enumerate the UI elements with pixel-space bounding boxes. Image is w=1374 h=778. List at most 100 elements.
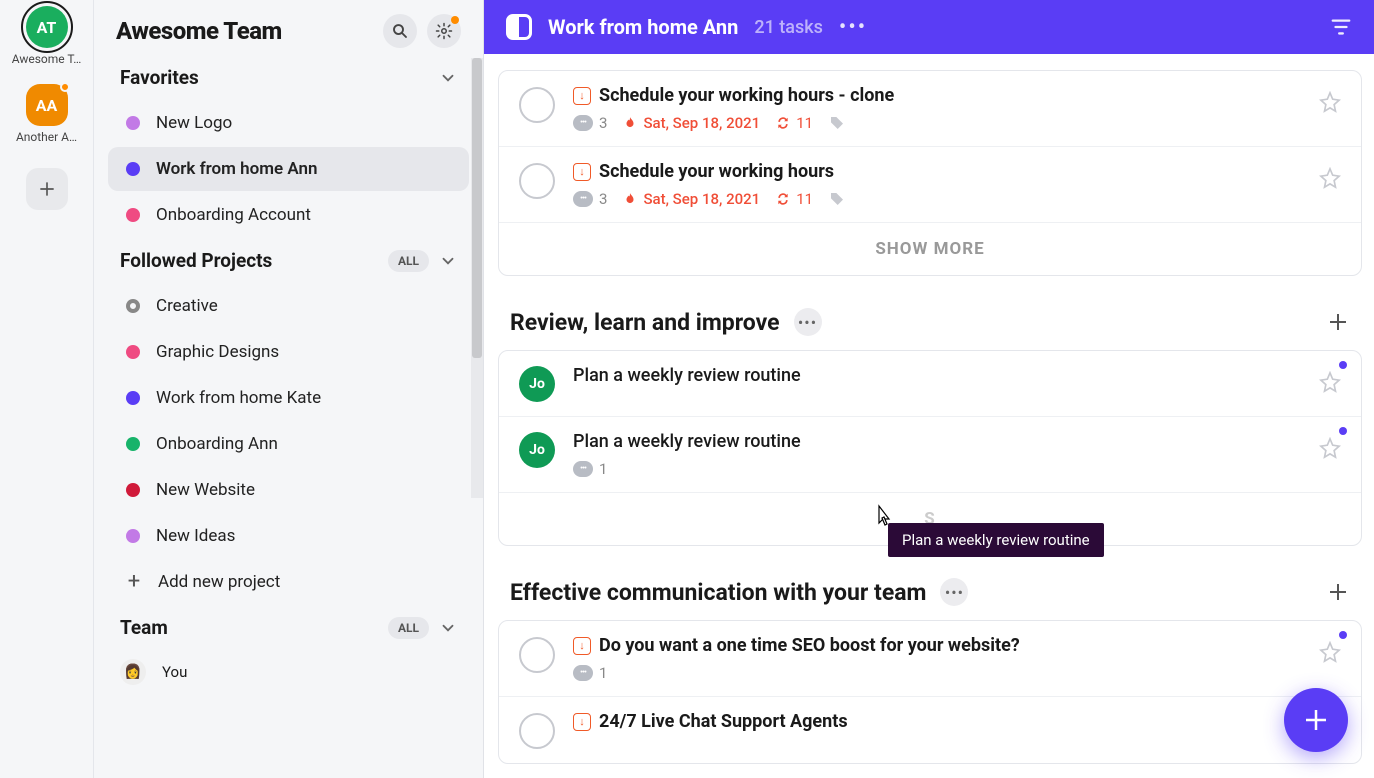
team-section-head[interactable]: Team ALL bbox=[102, 606, 475, 649]
scrollbar[interactable] bbox=[471, 58, 483, 498]
comment-count: 1 bbox=[599, 664, 607, 682]
task-checkbox[interactable] bbox=[519, 713, 555, 749]
project-bullet-icon bbox=[126, 116, 140, 130]
sidebar-scroll[interactable]: Favorites New Logo Work from home Ann On… bbox=[94, 56, 483, 778]
task-row[interactable]: ↓ 24/7 Live Chat Support Agents bbox=[499, 697, 1361, 763]
team-avatar[interactable]: AT bbox=[26, 6, 68, 48]
fab-add-task[interactable] bbox=[1284, 688, 1348, 752]
sidebar-item-new-logo[interactable]: New Logo bbox=[108, 101, 469, 145]
chevron-down-icon[interactable] bbox=[439, 619, 457, 637]
comment-icon: ••• bbox=[573, 665, 593, 681]
task-row[interactable]: ↓ Schedule your working hours •••3 Sat, … bbox=[499, 147, 1361, 223]
section-title: Team bbox=[120, 616, 168, 639]
star-button[interactable] bbox=[1319, 91, 1341, 113]
sidebar-item-work-from-home-ann[interactable]: Work from home Ann bbox=[108, 147, 469, 191]
chevron-down-icon[interactable] bbox=[439, 252, 457, 270]
nav-label: New Website bbox=[156, 480, 255, 500]
tag-icon[interactable] bbox=[829, 115, 845, 131]
sidebar-item-onboarding-account[interactable]: Onboarding Account bbox=[108, 193, 469, 237]
avatar: 👩 bbox=[120, 659, 146, 685]
member-name: You bbox=[162, 663, 187, 681]
star-button[interactable] bbox=[1319, 437, 1341, 459]
sidebar-item-graphic-designs[interactable]: Graphic Designs bbox=[108, 330, 469, 374]
tag-icon[interactable] bbox=[829, 191, 845, 207]
sidebar-item-onboarding-ann[interactable]: Onboarding Ann bbox=[108, 422, 469, 466]
task-checkbox[interactable] bbox=[519, 637, 555, 673]
group-header: Review, learn and improve ••• bbox=[498, 298, 1362, 350]
comment-icon: ••• bbox=[573, 191, 593, 207]
star-button[interactable] bbox=[1319, 641, 1341, 663]
nav-label: Onboarding Account bbox=[156, 205, 311, 225]
team-pod[interactable]: AA Another A… bbox=[0, 84, 93, 144]
star-button[interactable] bbox=[1319, 371, 1341, 393]
task-row[interactable]: Jo Plan a weekly review routine •••1 bbox=[499, 417, 1361, 493]
team-label: Awesome T… bbox=[12, 52, 82, 66]
nav-label: Creative bbox=[156, 296, 218, 316]
group-more-button[interactable]: ••• bbox=[940, 578, 968, 606]
assignee-avatar[interactable]: Jo bbox=[519, 366, 555, 402]
task-checkbox[interactable] bbox=[519, 163, 555, 199]
priority-icon: ↓ bbox=[573, 87, 591, 105]
more-button[interactable]: ••• bbox=[839, 15, 867, 40]
group-add-button[interactable] bbox=[1326, 580, 1350, 604]
flame-icon bbox=[623, 116, 637, 130]
plus-icon: + bbox=[126, 575, 142, 589]
project-bullet-icon bbox=[126, 299, 140, 313]
project-bullet-icon bbox=[126, 529, 140, 543]
task-group-card: ↓ Schedule your working hours - clone ••… bbox=[498, 70, 1362, 276]
repeat-icon bbox=[776, 116, 790, 130]
add-project-button[interactable]: +Add new project bbox=[108, 560, 469, 604]
sidebar-item-creative[interactable]: Creative bbox=[108, 284, 469, 328]
filter-pill[interactable]: ALL bbox=[388, 250, 429, 272]
project-header: Work from home Ann 21 tasks ••• bbox=[484, 0, 1374, 54]
group-more-button[interactable]: ••• bbox=[794, 308, 822, 336]
sidebar-item-new-website[interactable]: New Website bbox=[108, 468, 469, 512]
task-title: Schedule your working hours - clone bbox=[599, 85, 894, 106]
comment-icon: ••• bbox=[573, 461, 593, 477]
nav-label: New Ideas bbox=[156, 526, 235, 546]
task-group-card: ↓ Do you want a one time SEO boost for y… bbox=[498, 620, 1362, 764]
scrollbar-thumb[interactable] bbox=[472, 58, 482, 358]
add-team-button[interactable] bbox=[26, 168, 68, 210]
filter-button[interactable] bbox=[1330, 16, 1352, 38]
nav-label: New Logo bbox=[156, 113, 232, 133]
priority-icon: ↓ bbox=[573, 713, 591, 731]
followed-section-head[interactable]: Followed Projects ALL bbox=[102, 239, 475, 282]
settings-button[interactable] bbox=[427, 14, 461, 48]
task-checkbox[interactable] bbox=[519, 87, 555, 123]
task-list[interactable]: ↓ Schedule your working hours - clone ••… bbox=[484, 54, 1374, 778]
chevron-down-icon[interactable] bbox=[439, 69, 457, 87]
comment-count: 3 bbox=[599, 114, 607, 132]
project-icon bbox=[506, 14, 532, 40]
assignee-avatar[interactable]: Jo bbox=[519, 432, 555, 468]
project-bullet-icon bbox=[126, 345, 140, 359]
team-pod[interactable]: AT Awesome T… bbox=[0, 6, 93, 66]
task-row[interactable]: ↓ Do you want a one time SEO boost for y… bbox=[499, 621, 1361, 697]
task-title: Plan a weekly review routine bbox=[573, 431, 801, 452]
search-button[interactable] bbox=[383, 14, 417, 48]
comment-count: 3 bbox=[599, 190, 607, 208]
project-title: Work from home Ann bbox=[548, 15, 738, 39]
sidebar-item-work-from-home-kate[interactable]: Work from home Kate bbox=[108, 376, 469, 420]
task-group-card: Jo Plan a weekly review routine Jo Plan … bbox=[498, 350, 1362, 546]
filter-pill[interactable]: ALL bbox=[388, 617, 429, 639]
show-more-button[interactable]: SHOW MORE bbox=[499, 223, 1361, 275]
plus-icon bbox=[37, 179, 57, 199]
section-title: Followed Projects bbox=[120, 249, 272, 272]
nav-label: Graphic Designs bbox=[156, 342, 279, 362]
sidebar-item-new-ideas[interactable]: New Ideas bbox=[108, 514, 469, 558]
star-button[interactable] bbox=[1319, 167, 1341, 189]
sidebar: Awesome Team Favorites New Logo Work fro… bbox=[94, 0, 484, 778]
team-member-row[interactable]: 👩 You bbox=[102, 649, 475, 695]
favorites-section-head[interactable]: Favorites bbox=[102, 56, 475, 99]
group-title: Effective communication with your team bbox=[510, 579, 926, 606]
team-initials: AA bbox=[36, 96, 58, 115]
show-more-button[interactable]: S bbox=[499, 493, 1361, 545]
comment-icon: ••• bbox=[573, 115, 593, 131]
task-row[interactable]: ↓ Schedule your working hours - clone ••… bbox=[499, 71, 1361, 147]
group-add-button[interactable] bbox=[1326, 310, 1350, 334]
task-row[interactable]: Jo Plan a weekly review routine bbox=[499, 351, 1361, 417]
team-avatar[interactable]: AA bbox=[26, 84, 68, 126]
flame-icon bbox=[623, 192, 637, 206]
team-label: Another A… bbox=[16, 130, 77, 144]
